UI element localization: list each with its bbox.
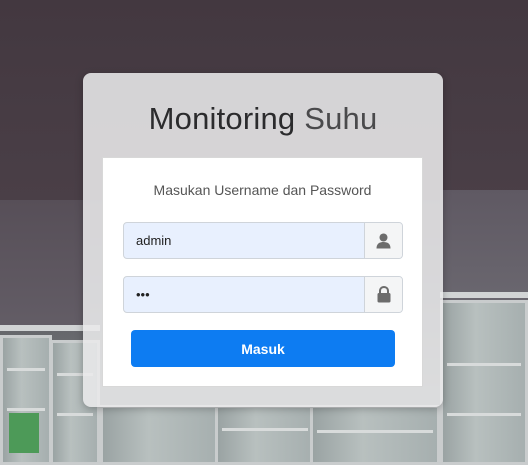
title-strong: Monitoring [148,101,296,136]
background-fridge [310,405,440,465]
background-fridge [0,335,52,465]
page-title: Monitoring Suhu [83,101,443,137]
password-field [123,276,403,313]
login-button[interactable]: Masuk [131,330,395,367]
username-field [123,222,403,259]
background-fridge [215,405,315,465]
username-input[interactable] [124,223,364,258]
background-fridge [440,300,528,465]
form-subtitle: Masukan Username dan Password [153,182,372,198]
login-card: Monitoring Suhu Masukan Username dan Pas… [83,73,443,407]
background-light [440,292,528,298]
user-icon [364,223,402,258]
password-input[interactable] [124,277,364,312]
title-light: Suhu [304,101,378,136]
login-form: Masukan Username dan Password Masuk [102,157,423,387]
lock-icon [364,277,402,312]
background-fridge [100,405,220,465]
background-wall-left [0,200,90,330]
